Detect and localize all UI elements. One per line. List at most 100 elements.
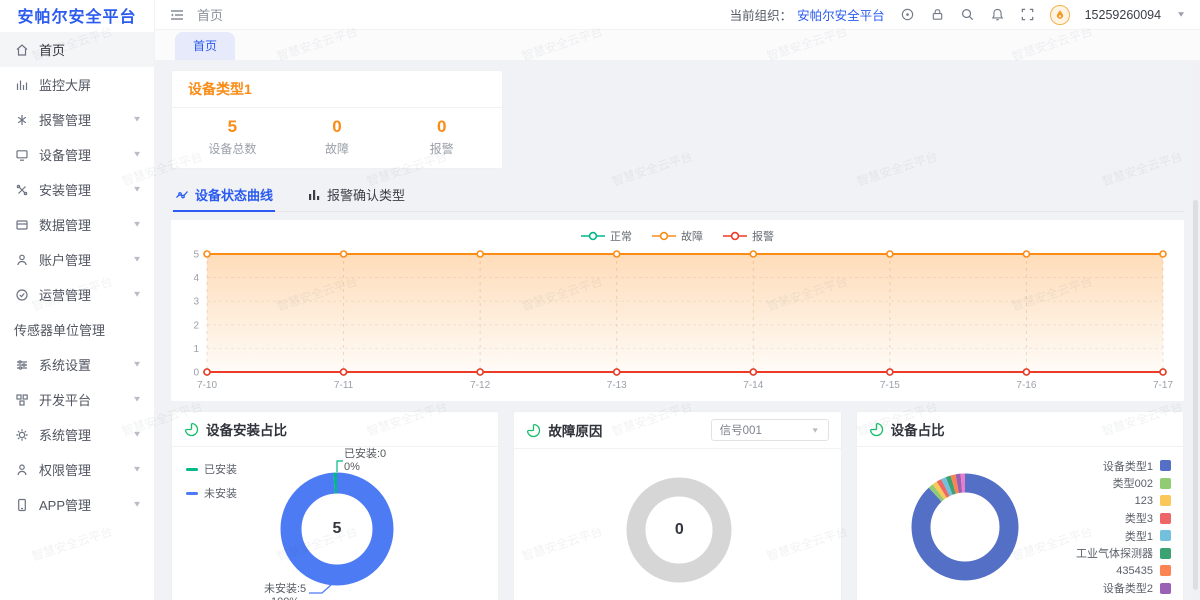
sidebar: 安帕尔安全平台 首页监控大屏报警管理▼设备管理▼安装管理▼数据管理▼账户管理▼运… xyxy=(0,0,155,600)
breadcrumb[interactable]: 首页 xyxy=(197,5,223,24)
stat-故障: 0故障 xyxy=(285,117,390,157)
permission-icon xyxy=(14,462,30,478)
sidebar-menu: 首页监控大屏报警管理▼设备管理▼安装管理▼数据管理▼账户管理▼运营管理▼传感器单… xyxy=(0,30,154,522)
ratio-legend-类型1[interactable]: 类型1 xyxy=(1076,527,1171,545)
sidebar-item-label: APP管理 xyxy=(39,495,132,514)
svg-text:7-13: 7-13 xyxy=(607,380,627,391)
sidebar-item-label: 监控大屏 xyxy=(39,75,142,94)
install-center-value: 5 xyxy=(333,520,342,538)
bell-icon[interactable] xyxy=(990,7,1005,22)
sidebar-item-开发平台[interactable]: 开发平台▼ xyxy=(0,382,154,417)
sidebar-item-传感器单位管理[interactable]: 传感器单位管理 xyxy=(0,312,154,347)
stat-value: 0 xyxy=(389,117,494,137)
device-type-stats-card: 设备类型1 5设备总数0故障0报警 xyxy=(171,70,503,169)
sidebar-item-label: 安装管理 xyxy=(39,180,132,199)
select-chevron-icon: ▼ xyxy=(811,426,820,434)
legend-item-故障[interactable]: 故障 xyxy=(652,228,703,244)
sidebar-item-安装管理[interactable]: 安装管理▼ xyxy=(0,172,154,207)
app-root: 安帕尔安全平台 首页监控大屏报警管理▼设备管理▼安装管理▼数据管理▼账户管理▼运… xyxy=(0,0,1200,600)
svg-text:7-14: 7-14 xyxy=(743,380,763,391)
legend-swatch-icon xyxy=(1160,513,1171,524)
top-header: 首页 当前组织： 安帕尔安全平台 xyxy=(155,0,1200,30)
fault-card-header: 故障原因 信号001 ▼ xyxy=(514,412,840,449)
legend-marker-icon xyxy=(652,231,676,241)
sidebar-item-运营管理[interactable]: 运营管理▼ xyxy=(0,277,154,312)
topbar-tools: 当前组织： 安帕尔安全平台 xyxy=(730,5,1186,25)
sysmgr-icon xyxy=(14,427,30,443)
install-callout-bottom: 未安装:5100% xyxy=(264,583,306,600)
monitor-icon xyxy=(14,77,30,93)
pie-chart-icon xyxy=(184,422,199,437)
ratio-legend-123[interactable]: 123 xyxy=(1076,492,1171,510)
svg-text:7-16: 7-16 xyxy=(1016,380,1036,391)
ratio-donut-chart xyxy=(857,447,1072,600)
sidebar-item-首页[interactable]: 首页 xyxy=(0,32,154,67)
pie-chart-icon xyxy=(526,423,541,438)
settings-icon xyxy=(14,357,30,373)
sidebar-item-系统管理[interactable]: 系统管理▼ xyxy=(0,417,154,452)
chevron-down-icon: ▼ xyxy=(132,465,142,474)
ratio-legend-设备类型1[interactable]: 设备类型1 xyxy=(1076,457,1171,475)
sidebar-item-权限管理[interactable]: 权限管理▼ xyxy=(0,452,154,487)
search-icon[interactable] xyxy=(960,7,975,22)
sidebar-item-数据管理[interactable]: 数据管理▼ xyxy=(0,207,154,242)
sidebar-item-账户管理[interactable]: 账户管理▼ xyxy=(0,242,154,277)
page-tabstrip: 首页 xyxy=(155,30,1200,60)
legend-swatch-icon xyxy=(1160,530,1171,541)
support-icon[interactable] xyxy=(900,7,915,22)
tab-device-status-curve[interactable]: 设备状态曲线 xyxy=(173,182,275,211)
bottom-cards-row: 设备安装占比 已安装未安装 5 已安装:00% 未安装:5100% xyxy=(171,411,1184,600)
chevron-down-icon: ▼ xyxy=(132,255,142,264)
sidebar-item-label: 报警管理 xyxy=(39,110,132,129)
sidebar-item-报警管理[interactable]: 报警管理▼ xyxy=(0,102,154,137)
chevron-down-icon: ▼ xyxy=(132,290,142,299)
menu-fold-icon[interactable] xyxy=(169,7,185,23)
ratio-legend-类型3[interactable]: 类型3 xyxy=(1076,510,1171,528)
sidebar-item-系统设置[interactable]: 系统设置▼ xyxy=(0,347,154,382)
chevron-down-icon: ▼ xyxy=(132,220,142,229)
sidebar-item-label: 开发平台 xyxy=(39,390,132,409)
legend-swatch-icon xyxy=(1160,583,1171,594)
lock-icon[interactable] xyxy=(930,7,945,22)
ratio-legend-435435[interactable]: 435435 xyxy=(1076,562,1171,580)
status-curve-panel: 正常故障报警 0123457-107-117-127-137-147-157-1… xyxy=(171,220,1184,401)
app-icon xyxy=(14,497,30,513)
svg-text:7-11: 7-11 xyxy=(334,380,354,391)
ratio-card-body: 设备类型1类型002123类型3类型1工业气体探测器435435设备类型2▲1/… xyxy=(857,447,1183,600)
tab-alarm-confirm-type[interactable]: 报警确认类型 xyxy=(305,182,407,211)
ratio-legend-工业气体探测器[interactable]: 工业气体探测器 xyxy=(1076,545,1171,563)
sidebar-item-label: 设备管理 xyxy=(39,145,132,164)
fullscreen-icon[interactable] xyxy=(1020,7,1035,22)
install-callout-top: 已安装:00% xyxy=(344,448,386,474)
line-chart-legend: 正常 故障 报警 xyxy=(181,224,1174,246)
page-tab-home[interactable]: 首页 xyxy=(175,32,235,60)
stat-报警: 0报警 xyxy=(389,117,494,157)
data-icon xyxy=(14,217,30,233)
fault-card-title: 故障原因 xyxy=(548,420,602,440)
sidebar-item-监控大屏[interactable]: 监控大屏 xyxy=(0,67,154,102)
sidebar-item-APP管理[interactable]: APP管理▼ xyxy=(0,487,154,522)
sidebar-item-label: 传感器单位管理 xyxy=(14,320,142,339)
user-phone[interactable]: 15259260094 xyxy=(1085,8,1161,22)
chevron-down-icon[interactable]: ▼ xyxy=(1176,10,1186,18)
svg-text:2: 2 xyxy=(193,320,199,331)
org-name-link[interactable]: 安帕尔安全平台 xyxy=(797,5,885,24)
fault-signal-select[interactable]: 信号001 ▼ xyxy=(711,419,829,441)
fault-card-body: 0 xyxy=(514,449,840,600)
ratio-card-header: 设备占比 xyxy=(857,412,1183,447)
stats-row: 5设备总数0故障0报警 xyxy=(172,108,502,168)
legend-swatch-icon xyxy=(1160,565,1171,576)
sidebar-item-设备管理[interactable]: 设备管理▼ xyxy=(0,137,154,172)
legend-item-正常[interactable]: 正常 xyxy=(581,228,632,244)
user-avatar[interactable] xyxy=(1050,5,1070,25)
sidebar-item-label: 权限管理 xyxy=(39,460,132,479)
ratio-legend-类型002[interactable]: 类型002 xyxy=(1076,475,1171,493)
operation-icon xyxy=(14,287,30,303)
main-area: 首页 当前组织： 安帕尔安全平台 xyxy=(155,0,1200,600)
ratio-legend-设备类型2[interactable]: 设备类型2 xyxy=(1076,580,1171,598)
chevron-down-icon: ▼ xyxy=(132,360,142,369)
scrollbar-thumb[interactable] xyxy=(1193,200,1198,590)
scrollbar[interactable] xyxy=(1192,60,1199,600)
fault-reason-card: 故障原因 信号001 ▼ 0 xyxy=(513,411,841,600)
legend-item-报警[interactable]: 报警 xyxy=(723,228,774,244)
